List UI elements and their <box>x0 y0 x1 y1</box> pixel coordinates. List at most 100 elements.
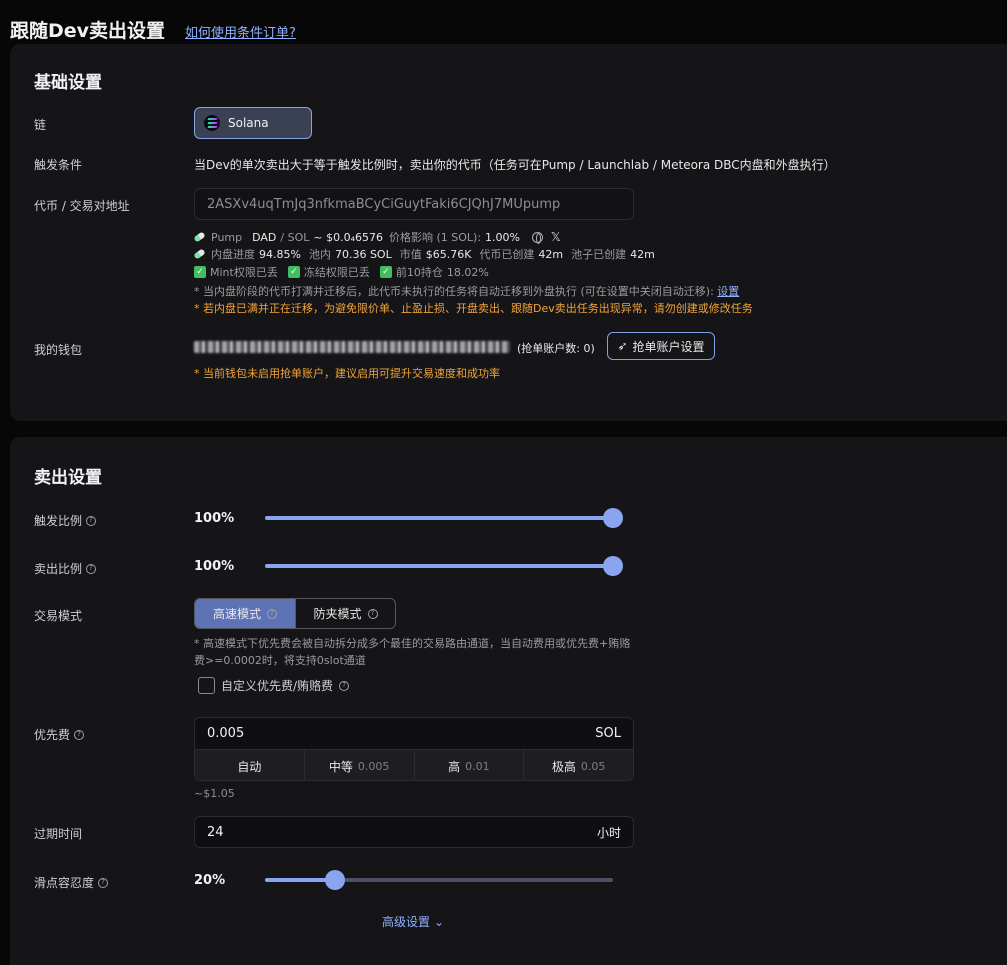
question-icon[interactable]: ? <box>339 680 350 691</box>
platform-name: Pump <box>211 230 243 244</box>
wallet-address-blurred[interactable] <box>194 341 510 353</box>
slider-thumb[interactable] <box>603 508 623 528</box>
sell-ratio-slider[interactable] <box>265 556 623 576</box>
pool-age-value: 42m <box>630 247 655 261</box>
pool-value: 70.36 SOL <box>334 247 392 261</box>
sell-settings-title: 卖出设置 <box>34 468 102 488</box>
impact-label: 价格影响 (1 SOL): <box>388 231 482 244</box>
impact-value: 1.00% <box>485 230 520 244</box>
mode-mev-label: 防夹模式 <box>313 607 362 621</box>
fee-preset-amount: 0.005 <box>357 759 390 773</box>
basic-settings-panel: 基础设置 链 Solana 触发条件 当Dev的单次卖出大于等于触发比例时，卖出… <box>10 44 1007 421</box>
wallet-warning: * 当前钱包未启用抢单账户，建议启用可提升交易速度和成功率 <box>194 367 500 380</box>
advanced-settings-label: 高级设置 <box>382 915 431 929</box>
token-age-label: 代币已创建 <box>479 248 535 261</box>
mode-fast-button[interactable]: 高速模式 ? <box>195 599 295 628</box>
custom-fee-checkbox[interactable] <box>198 677 215 694</box>
question-icon[interactable]: ? <box>367 608 378 619</box>
help-link[interactable]: 如何使用条件订单? <box>185 22 296 41</box>
migrate-warning: * 若内盘已满并正在迁移，为避免限价单、止盈止损、开盘卖出、跟随Dev卖出任务出… <box>194 302 753 315</box>
priority-fee-input[interactable]: 0.005 SOL <box>195 718 633 749</box>
fee-preset-label: 中等 <box>328 759 353 774</box>
pool-label: 池内 <box>308 248 331 261</box>
trigger-ratio-value: 100% <box>194 511 235 526</box>
pill-icon <box>193 248 206 260</box>
chain-select-button[interactable]: Solana <box>194 107 312 139</box>
fee-preset-label: 极高 <box>551 759 576 774</box>
grab-button-label: 抢单账户设置 <box>632 339 705 354</box>
fee-preset-ultra[interactable]: 极高 0.05 <box>523 750 633 780</box>
sell-settings-panel: 卖出设置 触发比例 ? 100% 卖出比例 ? 100% 交易模式 高速模式 ?… <box>10 437 1007 965</box>
token-price: ~ $0.0₄6576 <box>313 230 383 244</box>
page-title: 跟随Dev卖出设置 <box>10 20 166 42</box>
sell-ratio-value: 100% <box>194 559 235 574</box>
trigger-label: 触发条件 <box>34 158 83 172</box>
check-icon: ✓ <box>287 266 300 278</box>
slider-thumb[interactable] <box>324 870 345 890</box>
token-symbol: DAD <box>252 230 277 244</box>
expire-value: 24 <box>207 824 224 840</box>
progress-label: 内盘进度 <box>211 248 255 261</box>
priority-fee-unit: SOL <box>595 726 621 741</box>
token-info-line-2: 内盘进度 94.85% 池内 70.36 SOL 市值 $65.76K 代币已创… <box>193 246 655 262</box>
question-icon[interactable]: ? <box>74 729 85 740</box>
question-icon[interactable]: ? <box>86 563 97 574</box>
fee-preset-amount: 0.05 <box>580 759 606 773</box>
grab-account-settings-button[interactable]: ➶ 抢单账户设置 <box>607 332 715 360</box>
page-header: 跟随Dev卖出设置 如何使用条件订单? <box>10 16 296 43</box>
grab-account-count: (抢单账户数: 0) <box>517 342 595 355</box>
expire-input[interactable]: 24 小时 <box>194 816 634 848</box>
solana-icon <box>204 115 220 131</box>
priority-fee-label: 优先费 ? <box>34 726 85 743</box>
priority-fee-text: 优先费 <box>34 728 71 742</box>
token-age-value: 42m <box>538 247 564 261</box>
trigger-description: 当Dev的单次卖出大于等于触发比例时，卖出你的代币（任务可在Pump / Lau… <box>194 158 836 172</box>
trade-mode-label: 交易模式 <box>34 609 83 623</box>
migrate-settings-link[interactable]: 设置 <box>717 285 739 298</box>
trigger-ratio-slider[interactable] <box>265 508 623 528</box>
chain-value: Solana <box>228 116 269 130</box>
custom-fee-option: 自定义优先费/贿赂费 ? <box>198 677 350 694</box>
fee-preset-label: 高 <box>448 759 461 774</box>
freeze-status: 冻结权限已丢 <box>303 266 370 279</box>
fee-preset-label: 自动 <box>237 759 262 774</box>
slider-thumb[interactable] <box>603 556 623 576</box>
token-address-input[interactable] <box>194 188 634 220</box>
fee-presets: 自动 中等 0.005 高 0.01 极高 0.05 <box>195 749 633 780</box>
pill-icon <box>193 231 206 243</box>
basic-settings-title: 基础设置 <box>34 73 102 93</box>
mode-fast-label: 高速模式 <box>212 607 261 621</box>
priority-fee-box: 0.005 SOL 自动 中等 0.005 高 0.01 极高 0.05 <box>194 717 634 781</box>
top10-value: 18.02% <box>446 265 489 279</box>
token-info-line-3: ✓ Mint权限已丢 ✓ 冻结权限已丢 ✓ 前10持仓 18.02% <box>194 264 489 280</box>
migrate-note: * 当内盘阶段的代币打满并迁移后，此代币未执行的任务将自动迁移到外盘执行 (可在… <box>194 283 739 299</box>
fee-usd-estimate: ~$1.05 <box>194 787 235 800</box>
question-icon[interactable]: ? <box>267 608 277 619</box>
pool-age-label: 池子已创建 <box>571 248 627 261</box>
slippage-slider[interactable] <box>265 870 613 890</box>
question-icon[interactable]: ? <box>86 515 97 526</box>
question-icon[interactable]: ? <box>98 877 109 888</box>
token-info-line-1: Pump DAD / SOL ~ $0.0₄6576 价格影响 (1 SOL):… <box>193 229 561 245</box>
chain-label: 链 <box>34 118 47 132</box>
globe-icon[interactable] <box>532 231 543 244</box>
mint-status: Mint权限已丢 <box>210 266 278 279</box>
fee-preset-auto[interactable]: 自动 <box>195 750 304 780</box>
progress-value: 94.85% <box>259 247 301 261</box>
mode-mev-button[interactable]: 防夹模式 ? <box>295 599 395 628</box>
custom-fee-label: 自定义优先费/贿赂费 <box>221 679 334 693</box>
chevron-down-icon: ⌄ <box>434 914 445 929</box>
mcap-value: $65.76K <box>425 247 472 261</box>
x-twitter-icon[interactable]: 𝕏 <box>551 230 561 244</box>
trigger-ratio-text: 触发比例 <box>34 514 83 528</box>
advanced-settings-toggle[interactable]: 高级设置 ⌄ <box>382 913 444 930</box>
fee-preset-high[interactable]: 高 0.01 <box>413 750 524 780</box>
fee-preset-medium[interactable]: 中等 0.005 <box>303 750 414 780</box>
trigger-ratio-label: 触发比例 ? <box>34 512 97 529</box>
address-label: 代币 / 交易对地址 <box>34 199 130 213</box>
slippage-text: 滑点容忍度 <box>34 876 95 890</box>
expire-label: 过期时间 <box>34 827 83 841</box>
trade-mode-note: * 高速模式下优先费会被自动拆分成多个最佳的交易路由通道，当自动费用或优先费+贿… <box>194 637 631 667</box>
check-icon: ✓ <box>194 266 206 278</box>
rocket-icon: ➶ <box>617 339 628 353</box>
